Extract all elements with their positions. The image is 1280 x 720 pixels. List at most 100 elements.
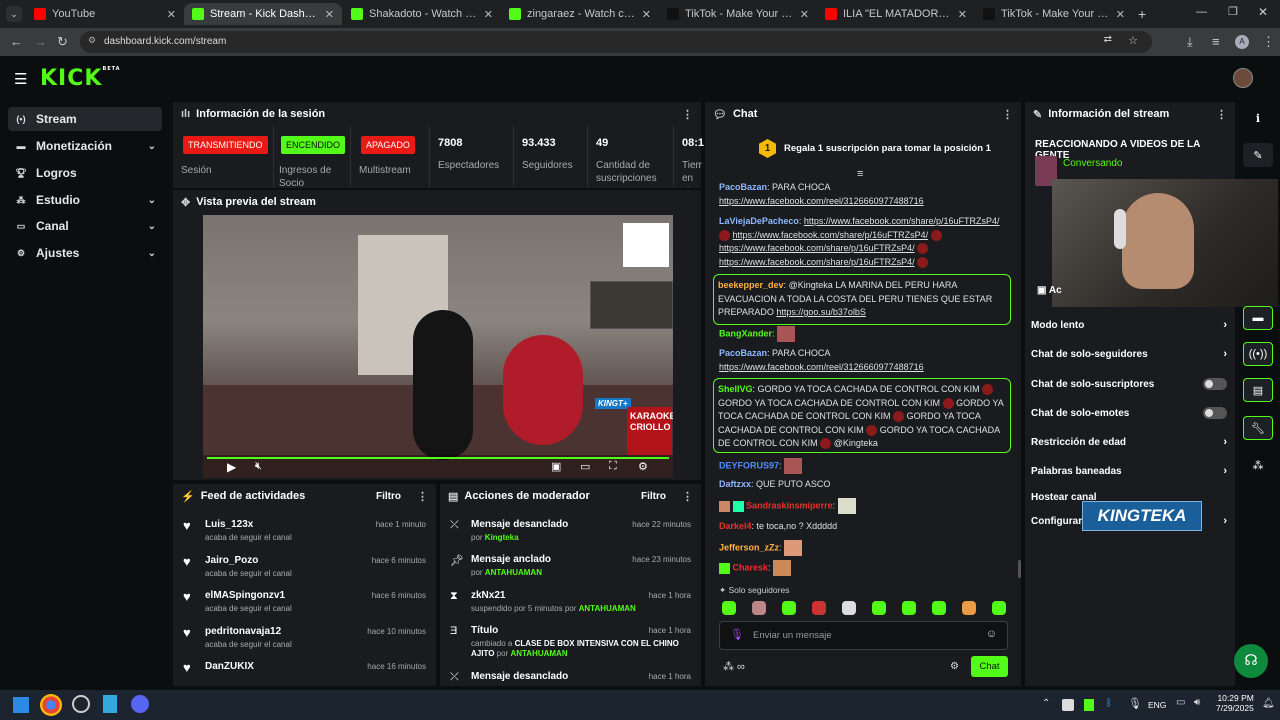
emote-shortcut-icon[interactable] (722, 601, 736, 615)
emote-shortcut-icon[interactable] (932, 601, 946, 615)
chat-link[interactable]: https://goo.su/b37olbS (776, 307, 866, 317)
pip-icon[interactable]: ▣ (551, 460, 561, 473)
stream-category[interactable]: Conversando (1063, 158, 1122, 169)
hamburger-menu-icon[interactable]: ☰ (14, 70, 27, 88)
mod-action-user[interactable]: ANTAHUAMAN (485, 568, 542, 577)
tray-kick-icon[interactable] (1084, 699, 1094, 711)
address-bar[interactable]: ⚙ dashboard.kick.com/stream ⇄ ☆ (80, 31, 1152, 53)
play-icon[interactable]: ▶ (227, 460, 236, 474)
broadcast-icon[interactable]: ((•)) (1243, 342, 1273, 366)
tray-chevron-icon[interactable]: ⌃ (1042, 698, 1050, 709)
tray-app-icon[interactable] (1062, 699, 1074, 711)
mic-tray-icon[interactable]: 🎙︎ (1128, 697, 1142, 710)
kick-points-icon[interactable]: ⁂ ∞ (723, 660, 745, 673)
chat-input[interactable]: 🎙︎ Enviar un mensaje ☺ (719, 621, 1008, 650)
chat-link[interactable]: https://www.facebook.com/share/p/16uFTRZ… (719, 243, 915, 253)
minimize-icon[interactable]: — (1196, 6, 1207, 18)
forward-icon[interactable]: → (34, 34, 47, 49)
setting-chat-de-solo-seguidores[interactable]: Chat de solo-seguidores › (1031, 347, 1227, 361)
activity-filter-button[interactable]: Filtro (376, 491, 401, 502)
chat-link[interactable]: https://www.facebook.com/share/p/16uFTRZ… (733, 230, 929, 240)
close-window-icon[interactable]: ✕ (1258, 5, 1268, 19)
maximize-icon[interactable]: ❐ (1228, 5, 1238, 18)
chat-settings-icon[interactable]: ⚙ (950, 661, 959, 672)
more-tools-icon[interactable]: ⁂ (1243, 453, 1273, 477)
emote-shortcut-icon[interactable] (812, 601, 826, 615)
browser-tab[interactable]: TikTok - Make Your Day ✕ (975, 3, 1133, 25)
browser-tab[interactable]: TikTok - Make Your Day ✕ (659, 3, 817, 25)
emote-shortcut-icon[interactable] (782, 601, 796, 615)
discord-icon[interactable] (131, 695, 149, 713)
tab-close-icon[interactable]: ✕ (642, 8, 651, 21)
microphone-icon[interactable]: 🎙︎ (730, 628, 744, 641)
activity-username[interactable]: Luis_123x (205, 519, 253, 530)
sidebar-item-canal[interactable]: ▭ Canal ⌄ (8, 214, 162, 238)
chat-toggle-icon[interactable]: ▬ (1243, 306, 1273, 330)
browser-tab[interactable]: ILIA "EL MATADOR" TOPURIA - ✕ (817, 3, 975, 25)
collapse-pinned-icon[interactable]: ≡ (857, 168, 863, 180)
setting-palabras-baneadas[interactable]: Palabras baneadas › (1031, 464, 1227, 478)
tab-close-icon[interactable]: ✕ (325, 8, 334, 21)
profile-avatar[interactable]: A (1235, 35, 1249, 49)
toggle-switch[interactable] (1203, 407, 1227, 419)
emote-shortcut-icon[interactable] (842, 601, 856, 615)
layout-icon[interactable]: ▤ (1243, 378, 1273, 402)
sidebar-item-logros[interactable]: 🏆︎ Logros (8, 161, 162, 185)
mod-action-user[interactable]: ANTAHUAMAN (510, 649, 567, 658)
setting-chat-de-solo-emotes[interactable]: Chat de solo-emotes (1031, 406, 1227, 420)
emote-shortcut-icon[interactable] (992, 601, 1006, 615)
wrench-icon[interactable]: 🔧︎ (1243, 416, 1273, 440)
new-tab-icon[interactable]: + (1138, 6, 1146, 22)
activity-username[interactable]: pedritonavaja12 (205, 626, 281, 637)
edit-icon[interactable]: ✎ (1243, 143, 1273, 167)
emote-shortcut-icon[interactable] (872, 601, 886, 615)
chat-link[interactable]: https://www.facebook.com/reel/3126660977… (719, 362, 924, 372)
video-player[interactable]: KINGT+ KARAOKE CRIOLLO ▶ 🔇︎ ▣ ▭ ⛶ ⚙ (203, 215, 673, 478)
info-icon[interactable]: ℹ (1243, 106, 1273, 130)
fullscreen-icon[interactable]: ⛶ (609, 460, 617, 473)
progress-bar[interactable] (207, 457, 669, 459)
emote-shortcut-icon[interactable] (962, 601, 976, 615)
sidebar-item-monetizacion[interactable]: ▬ Monetización ⌄ (8, 134, 162, 158)
send-chat-button[interactable]: Chat (971, 656, 1008, 677)
start-icon[interactable] (13, 697, 29, 713)
sidebar-item-stream[interactable]: (•) Stream (8, 107, 162, 131)
sidebar-item-ajustes[interactable]: ⚙ Ajustes ⌄ (8, 241, 162, 265)
setting-restriccion-de-edad[interactable]: Restricción de edad › (1031, 435, 1227, 449)
settings-icon[interactable]: ⚙ (638, 460, 648, 473)
browser-tab[interactable]: Shakadoto - Watch clips on Kick ✕ (343, 3, 501, 25)
chat-scrollbar[interactable] (1018, 560, 1021, 578)
language-indicator[interactable]: ENG (1148, 700, 1166, 710)
browser-menu-icon[interactable]: ⋮ (1262, 34, 1275, 50)
clock[interactable]: 10:29 PM 7/29/2025 (1216, 693, 1254, 713)
stream-info-menu-icon[interactable]: ⋮ (1216, 108, 1227, 121)
tab-close-icon[interactable]: ✕ (800, 8, 809, 21)
activity-username[interactable]: DanZUKIX (205, 661, 254, 672)
emoji-picker-icon[interactable]: ☺ (986, 628, 997, 640)
bluetooth-icon[interactable]: ᛒ (1106, 698, 1112, 709)
media-icon[interactable]: ≡ (1212, 34, 1220, 49)
tab-search-icon[interactable]: ⌄ (6, 6, 22, 22)
kick-logo[interactable]: KICKBETA (40, 66, 121, 91)
emote-shortcut-icon[interactable] (752, 601, 766, 615)
chat-link[interactable]: https://www.facebook.com/share/p/16uFTRZ… (804, 216, 1000, 226)
browser-tab[interactable]: zingaraez - Watch clips on Kick ✕ (501, 3, 659, 25)
mod-filter-button[interactable]: Filtro (641, 491, 666, 502)
session-menu-icon[interactable]: ⋮ (682, 108, 693, 121)
tab-close-icon[interactable]: ✕ (1116, 8, 1125, 21)
browser-tab[interactable]: Stream - Kick Dashboard ✕ (184, 3, 342, 25)
user-avatar[interactable] (1233, 68, 1253, 88)
activity-menu-icon[interactable]: ⋮ (417, 490, 428, 503)
toggle-switch[interactable] (1203, 378, 1227, 390)
chat-link[interactable]: https://www.facebook.com/share/p/16uFTRZ… (719, 257, 915, 267)
sidebar-item-estudio[interactable]: ⁂ Estudio ⌄ (8, 188, 162, 212)
setting-chat-de-solo-suscriptores[interactable]: Chat de solo-suscriptores (1031, 377, 1227, 391)
setting-modo-lento[interactable]: Modo lento › (1031, 318, 1227, 332)
network-icon[interactable]: ▭ (1176, 697, 1185, 708)
notes-icon[interactable] (103, 695, 117, 713)
notifications-icon[interactable]: 🔔︎ (1262, 698, 1275, 709)
browser-tab[interactable]: YouTube ✕ (26, 3, 184, 25)
activity-username[interactable]: Jairo_Pozo (205, 555, 258, 566)
volume-icon[interactable]: 🔊︎ (1194, 697, 1200, 708)
mod-action-user[interactable]: ANTAHUAMAN (579, 604, 636, 613)
